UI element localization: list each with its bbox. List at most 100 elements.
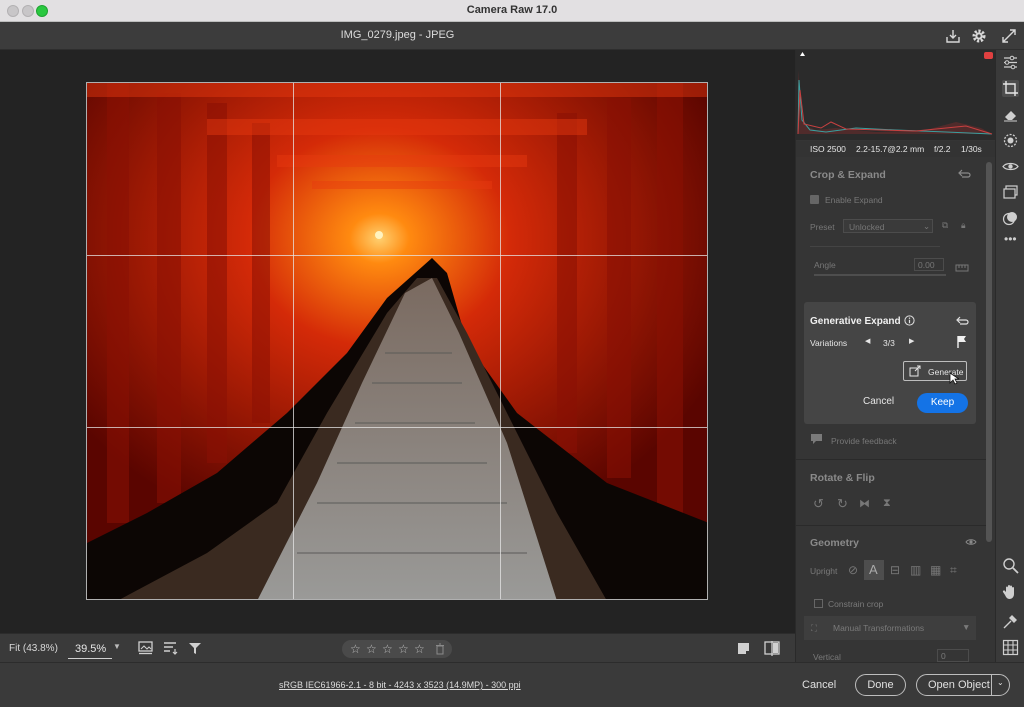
star-rating[interactable]: ☆ ☆ ☆ ☆ ☆: [342, 640, 452, 658]
masking-icon[interactable]: [1002, 132, 1019, 149]
edit-panel: ISO 2500 2.2-15.7@2.2 mm f/2.2 1/30s Cro…: [795, 50, 995, 662]
reset-icon[interactable]: [958, 168, 971, 179]
constrain-crop-label: Constrain crop: [828, 599, 884, 609]
sort-icon[interactable]: [163, 641, 179, 655]
eraser-icon[interactable]: [1002, 106, 1019, 123]
crop-tool-icon[interactable]: [1002, 80, 1019, 97]
torii-photo-image: [87, 83, 707, 599]
upright-auto-button[interactable]: A: [864, 560, 884, 580]
constrain-crop-checkbox[interactable]: [814, 599, 823, 608]
upright-vertical-icon[interactable]: ▥: [910, 563, 921, 577]
upright-auto-icon: A: [869, 562, 878, 577]
hand-tool-icon[interactable]: [1002, 583, 1019, 600]
window-title: Camera Raw 17.0: [466, 4, 558, 16]
more-icon[interactable]: •••: [1004, 232, 1017, 246]
filter-icon[interactable]: [188, 641, 202, 655]
save-icon[interactable]: [944, 27, 962, 45]
enable-expand-label: Enable Expand: [825, 195, 883, 205]
workflow-options-link[interactable]: sRGB IEC61966-2.1 - 8 bit - 4243 x 3523 …: [279, 680, 521, 690]
vertical-value: 0: [941, 651, 946, 661]
fit-zoom-button[interactable]: Fit (43.8%): [9, 643, 58, 654]
rotate-flip-title: Rotate & Flip: [810, 472, 875, 484]
provide-feedback-link[interactable]: Provide feedback: [831, 436, 897, 446]
rotate-left-icon[interactable]: ↺: [813, 496, 824, 512]
star-icon[interactable]: ☆: [414, 642, 425, 656]
flag-icon[interactable]: [956, 335, 968, 348]
upright-full-icon[interactable]: ▦: [930, 563, 941, 577]
status-bar: sRGB IEC61966-2.1 - 8 bit - 4243 x 3523 …: [0, 662, 1024, 707]
next-variation-icon[interactable]: ▶: [909, 337, 914, 345]
cancel-button[interactable]: Cancel: [802, 679, 836, 691]
crop-expand-title: Crop & Expand: [810, 169, 886, 181]
crop-grid-line: [87, 255, 707, 256]
crop-grid-line: [500, 83, 501, 599]
preset-select[interactable]: Unlocked ⌄: [843, 219, 933, 233]
variations-label: Variations: [810, 338, 848, 348]
edit-sliders-icon[interactable]: [1002, 54, 1019, 71]
filmstrip-icon[interactable]: [138, 641, 154, 655]
straighten-tool-icon[interactable]: [955, 263, 969, 273]
open-object-button[interactable]: Open Object ⌄: [916, 674, 1010, 696]
open-object-separator: [991, 675, 992, 695]
panel-scrollbar[interactable]: [986, 162, 992, 542]
upright-buttons: ⊘ A ⊟ ▥ ▦ ⌗: [844, 560, 974, 580]
info-icon[interactable]: [904, 315, 915, 326]
reset-icon[interactable]: [956, 315, 969, 326]
upright-label: Upright: [810, 566, 838, 576]
eye-icon[interactable]: [965, 537, 977, 547]
star-icon[interactable]: ☆: [366, 642, 377, 656]
tool-strip: •••: [995, 50, 1024, 662]
manual-transformations-header[interactable]: ⛶ Manual Transformations ▼: [804, 616, 976, 640]
star-icon[interactable]: ☆: [398, 642, 409, 656]
red-eye-icon[interactable]: [1002, 158, 1019, 175]
exif-shutter: 1/30s: [961, 144, 982, 154]
fullscreen-icon[interactable]: [1000, 27, 1018, 45]
transform-icon: ⛶: [811, 623, 817, 633]
vertical-label: Vertical: [813, 652, 841, 662]
keep-button[interactable]: Keep: [917, 393, 968, 413]
upright-guided-icon[interactable]: ⌗: [950, 563, 957, 578]
zoom-tool-icon[interactable]: [1002, 557, 1019, 574]
crop-grid-line: [87, 427, 707, 428]
feedback-icon[interactable]: [810, 433, 823, 445]
exif-aperture: f/2.2: [934, 144, 951, 154]
vertical-field[interactable]: 0: [937, 649, 969, 662]
chevron-down-icon: ⌄: [923, 221, 931, 231]
image-canvas[interactable]: [0, 50, 795, 633]
before-after-icon[interactable]: [764, 641, 780, 656]
trash-icon[interactable]: [435, 643, 445, 655]
star-icon[interactable]: ☆: [350, 642, 361, 656]
generative-cancel-button[interactable]: Cancel: [863, 396, 894, 407]
camera-raw-window: Camera Raw 17.0 IMG_0279.jpeg - JPEG Fit…: [0, 0, 1024, 707]
gear-icon[interactable]: [970, 27, 988, 45]
enable-expand-checkbox[interactable]: [810, 195, 819, 204]
rotate-crop-icon[interactable]: ⧉: [942, 220, 948, 231]
flip-vertical-icon[interactable]: ⧗: [883, 497, 891, 510]
zoom-dropdown-icon[interactable]: ▼: [113, 642, 121, 651]
flip-horizontal-icon[interactable]: ⧓: [859, 497, 870, 510]
done-button[interactable]: Done: [855, 674, 906, 696]
grid-overlay-icon[interactable]: [1002, 639, 1019, 656]
snapshots-icon[interactable]: [1002, 184, 1019, 201]
angle-slider[interactable]: [814, 274, 946, 276]
zoom-level-field[interactable]: 39.5%: [68, 637, 112, 659]
upright-level-icon[interactable]: ⊟: [890, 563, 900, 577]
exif-info: ISO 2500 2.2-15.7@2.2 mm f/2.2 1/30s: [796, 141, 995, 157]
rotate-right-icon[interactable]: ↻: [837, 496, 848, 512]
chevron-down-icon[interactable]: ⌄: [997, 678, 1004, 687]
geometry-title: Geometry: [810, 537, 860, 549]
presets-icon[interactable]: [1002, 210, 1019, 227]
color-sampler-icon[interactable]: [1002, 613, 1019, 630]
divider: [796, 459, 990, 460]
histogram: [796, 50, 995, 140]
previous-variation-icon[interactable]: ◀: [865, 337, 870, 345]
variations-counter: 3/3: [883, 338, 895, 348]
open-object-label: Open Object: [928, 679, 990, 691]
photo-preview[interactable]: [86, 82, 708, 600]
lock-icon[interactable]: 🔒︎: [961, 220, 966, 231]
angle-field[interactable]: 0.00: [914, 258, 944, 271]
star-icon[interactable]: ☆: [382, 642, 393, 656]
toggle-view-icon[interactable]: [737, 642, 751, 656]
generative-expand-panel: Generative Expand Variations ◀ 3/3 ▶ Gen…: [804, 302, 976, 424]
upright-off-icon[interactable]: ⊘: [848, 563, 858, 577]
